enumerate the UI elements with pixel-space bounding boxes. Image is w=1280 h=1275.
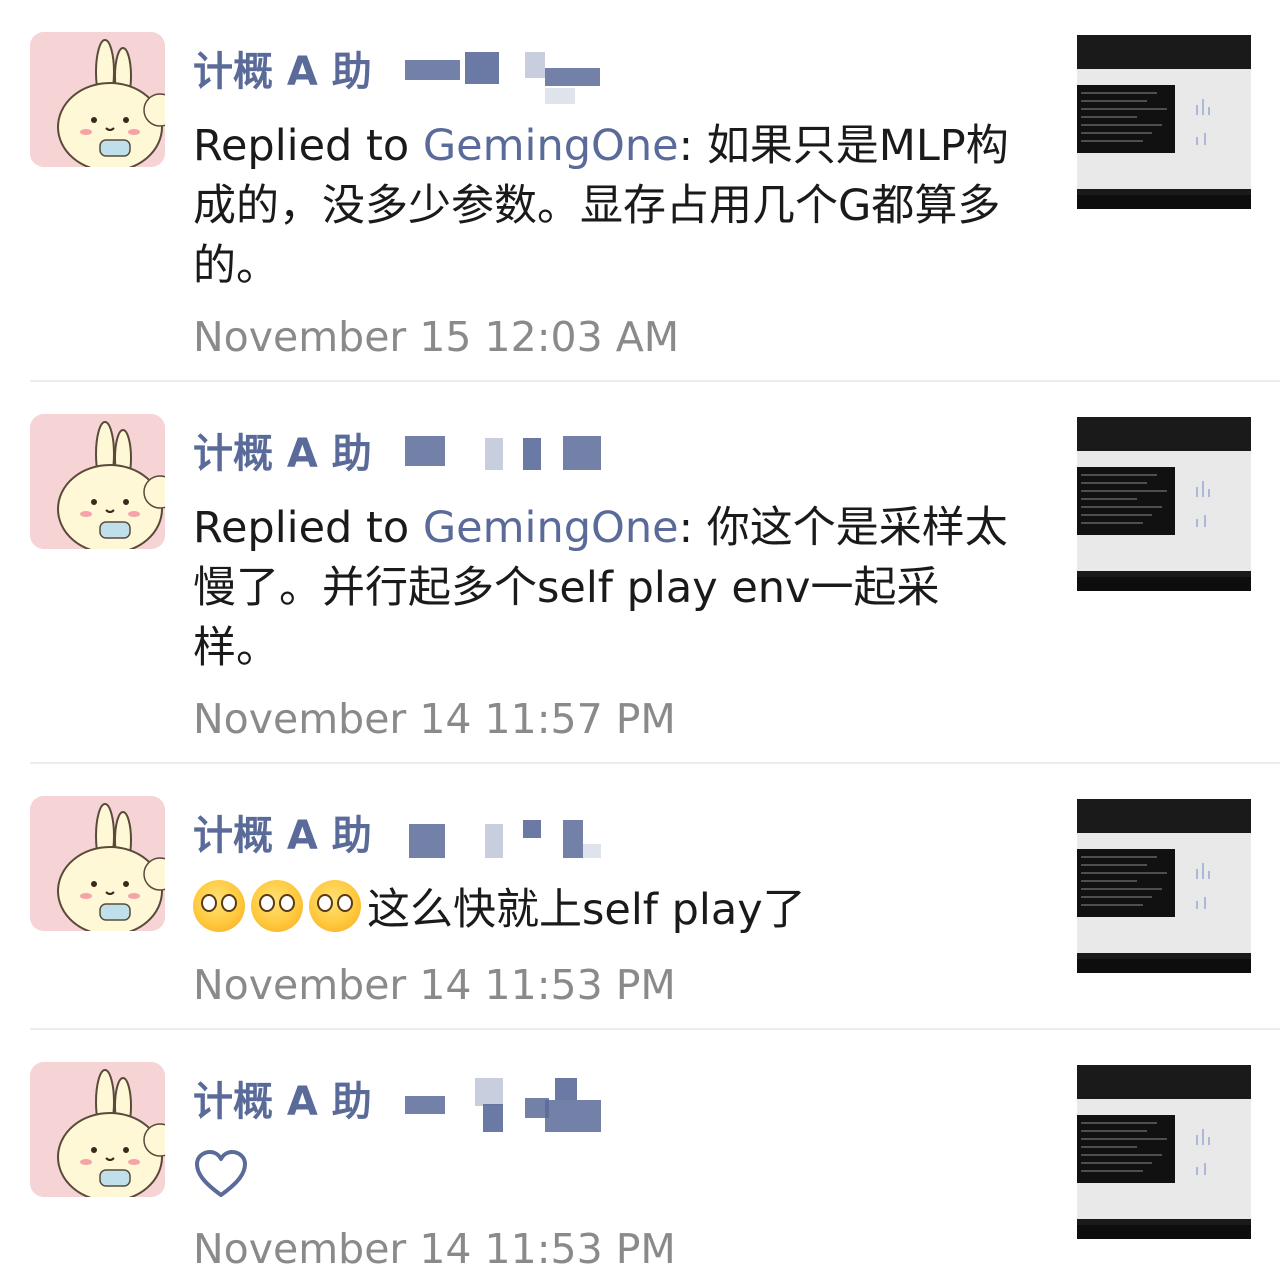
redacted-name-mosaic	[395, 44, 605, 104]
bunny-avatar-icon[interactable]	[30, 1062, 165, 1197]
flushed-face-emoji-icon	[309, 880, 361, 932]
sender-name-text: 计概 A 助	[193, 1079, 372, 1125]
monitor-photo-thumbnail[interactable]	[1077, 799, 1251, 973]
flushed-face-emoji-icon	[193, 880, 245, 932]
bunny-avatar-icon[interactable]	[30, 414, 165, 549]
timestamp: November 14 11:53 PM	[193, 1225, 676, 1273]
timestamp: November 14 11:57 PM	[193, 695, 676, 743]
bunny-avatar-icon[interactable]	[30, 796, 165, 931]
reply-prefix: Replied to	[193, 503, 423, 553]
flushed-face-emoji-icon	[251, 880, 303, 932]
redacted-name-mosaic	[395, 1074, 605, 1134]
sender-name-text: 计概 A 助	[193, 431, 372, 477]
sender-name[interactable]: 计概 A 助	[193, 420, 372, 480]
sender-name[interactable]: 计概 A 助	[193, 802, 372, 862]
feed-entry[interactable]: 计概 A 助 November 14 11:53 PM	[0, 1030, 1280, 1275]
reply-mention-link[interactable]: GemingOne	[423, 503, 679, 553]
redacted-name-mosaic	[395, 808, 605, 868]
redacted-name-mosaic	[395, 426, 605, 486]
feed-entry[interactable]: 计概 A 助 这么快就上self play了 November 14 11:53…	[0, 764, 1280, 1028]
sender-name[interactable]: 计概 A 助	[193, 38, 372, 98]
timestamp: November 15 12:03 AM	[193, 313, 680, 361]
bunny-avatar-icon[interactable]	[30, 32, 165, 167]
monitor-photo-thumbnail[interactable]	[1077, 35, 1251, 209]
heart-outline-icon[interactable]	[193, 1148, 249, 1200]
feed-entry[interactable]: 计概 A 助 Replied to GemingOne: 如果只是MLP构成的，…	[0, 0, 1280, 380]
message-text: 这么快就上self play了	[193, 880, 1023, 940]
sender-name-text: 计概 A 助	[193, 49, 372, 95]
message-text: Replied to GemingOne: 你这个是采样太慢了。并行起多个sel…	[193, 498, 1023, 678]
message-text: Replied to GemingOne: 如果只是MLP构成的，没多少参数。显…	[193, 116, 1023, 296]
reply-prefix: Replied to	[193, 121, 423, 171]
feed-entry[interactable]: 计概 A 助 Replied to GemingOne: 你这个是采样太慢了。并…	[0, 382, 1280, 762]
monitor-photo-thumbnail[interactable]	[1077, 417, 1251, 591]
sender-name-text: 计概 A 助	[193, 813, 372, 859]
message-body: 这么快就上self play了	[367, 885, 806, 935]
monitor-photo-thumbnail[interactable]	[1077, 1065, 1251, 1239]
notification-feed: 计概 A 助 Replied to GemingOne: 如果只是MLP构成的，…	[0, 0, 1280, 1275]
sender-name[interactable]: 计概 A 助	[193, 1068, 372, 1128]
timestamp: November 14 11:53 PM	[193, 961, 676, 1009]
reply-mention-link[interactable]: GemingOne	[423, 121, 679, 171]
